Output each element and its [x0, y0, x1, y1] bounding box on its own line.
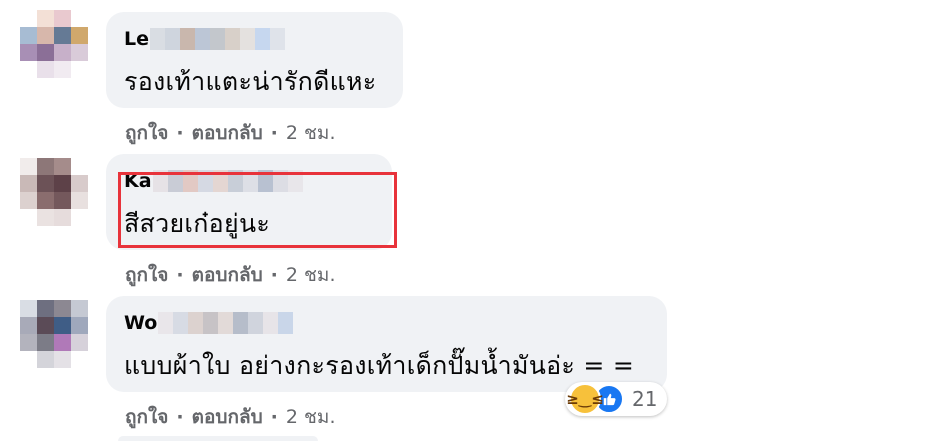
author-name-text[interactable]: Ka — [124, 170, 152, 192]
comment-bubble: Ka สีสวยเก๋อยู่นะ — [106, 154, 392, 250]
separator-dot: · — [270, 406, 278, 428]
comment-actions: ถูกใจ · ตอบกลับ · 2 ชม. — [125, 118, 335, 148]
separator-dot: · — [176, 122, 184, 144]
comment-text: สีสวยเก๋อยู่นะ — [124, 209, 271, 238]
comment-bubble: Le รองเท้าแตะน่ารักดีแหะ — [106, 12, 403, 108]
author-name[interactable]: Ka — [124, 168, 374, 194]
avatar[interactable] — [20, 158, 88, 226]
author-name[interactable]: Le — [124, 26, 385, 52]
separator-dot: · — [176, 264, 184, 286]
separator-dot: · — [176, 406, 184, 428]
reply-link[interactable]: ตอบกลับ — [192, 402, 263, 432]
comment-actions: ถูกใจ · ตอบกลับ · 2 ชม. — [125, 402, 335, 432]
haha-emoji-icon: ≥‿≤ — [566, 383, 604, 415]
comment-text: รองเท้าแตะน่ารักดีแหะ — [124, 67, 377, 96]
author-name-text[interactable]: Wo — [124, 312, 157, 334]
author-name[interactable]: Wo — [124, 310, 649, 336]
avatar[interactable] — [20, 10, 88, 78]
reaction-summary[interactable]: ≥‿≤ 21 — [565, 382, 668, 416]
avatar[interactable] — [20, 300, 88, 368]
comment-bubble: Wo แบบผ้าใบ อย่างกะรองเท้าเด็กปั๊มน้ำมัน… — [106, 296, 667, 392]
reply-link[interactable]: ตอบกลับ — [192, 260, 263, 290]
author-name-text[interactable]: Le — [124, 28, 149, 50]
timestamp[interactable]: 2 ชม. — [286, 402, 336, 432]
comment-actions: ถูกใจ · ตอบกลับ · 2 ชม. — [125, 260, 335, 290]
redacted-name-blur — [158, 312, 294, 334]
reaction-count: 21 — [632, 387, 658, 411]
comment-text: แบบผ้าใบ อย่างกะรองเท้าเด็กปั๊มน้ำมันอ่ะ… — [124, 351, 635, 380]
like-link[interactable]: ถูกใจ — [125, 260, 168, 290]
redacted-name-blur — [152, 170, 303, 192]
redacted-name-blur — [150, 28, 285, 50]
timestamp[interactable]: 2 ชม. — [286, 118, 336, 148]
next-comment-bubble — [118, 436, 318, 441]
separator-dot: · — [270, 264, 278, 286]
thumbs-up-icon — [603, 393, 616, 406]
separator-dot: · — [270, 122, 278, 144]
comment-thread: Le รองเท้าแตะน่ารักดีแหะ ถูกใจ · ตอบกลับ… — [0, 0, 932, 441]
reply-link[interactable]: ตอบกลับ — [192, 118, 263, 148]
like-link[interactable]: ถูกใจ — [125, 118, 168, 148]
like-link[interactable]: ถูกใจ — [125, 402, 168, 432]
timestamp[interactable]: 2 ชม. — [286, 260, 336, 290]
